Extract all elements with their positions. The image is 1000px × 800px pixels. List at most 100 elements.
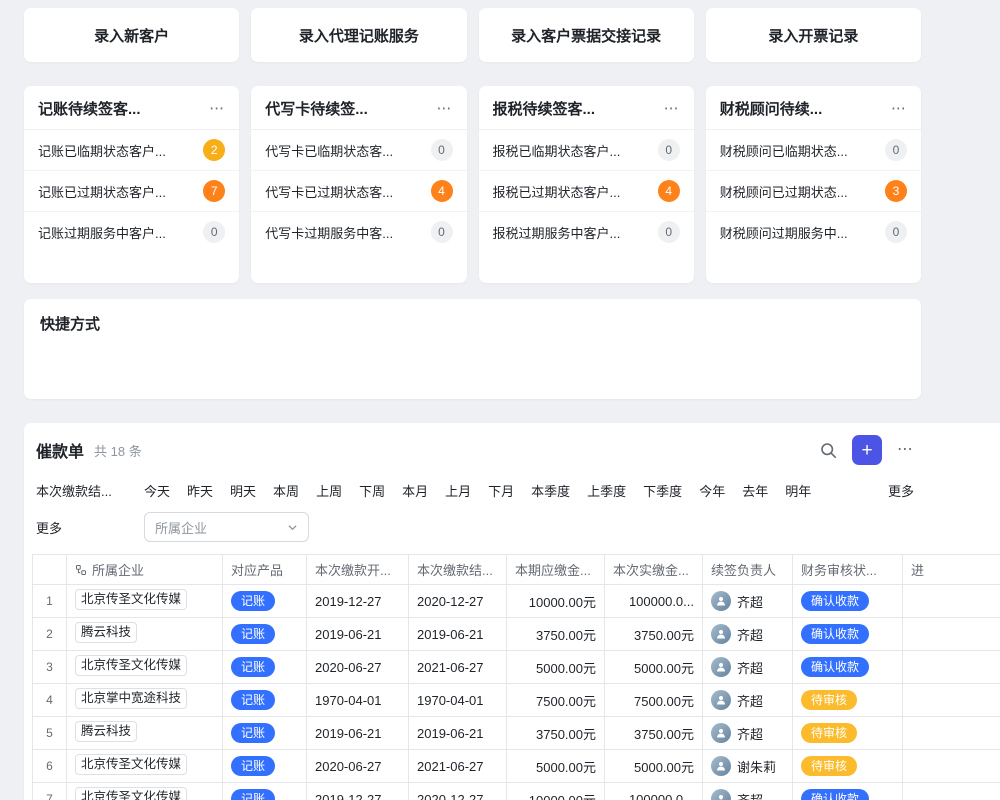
stat-item[interactable]: 报税已过期状态客户... 4 (479, 171, 694, 212)
table-row[interactable]: 3 北京传圣文化传媒 记账 2020-06-27 2021-06-27 5000… (33, 651, 1000, 684)
more-dates-link[interactable]: 更多 (888, 481, 914, 500)
truncated-cell[interactable] (903, 717, 1000, 750)
payment-start-cell[interactable]: 2019-06-21 (307, 618, 409, 651)
status-cell[interactable]: 确认收款 (793, 783, 903, 800)
tab-last-quarter[interactable]: 上季度 (587, 481, 626, 500)
payment-end-cell[interactable]: 2019-06-21 (409, 618, 507, 651)
payment-start-cell[interactable]: 2019-12-27 (307, 585, 409, 618)
status-cell[interactable]: 待审核 (793, 717, 903, 750)
tab-this-year[interactable]: 今年 (699, 481, 725, 500)
tab-tomorrow[interactable]: 明天 (230, 481, 256, 500)
stat-item[interactable]: 财税顾问过期服务中... 0 (706, 212, 921, 252)
tab-this-quarter[interactable]: 本季度 (531, 481, 570, 500)
owner-cell[interactable]: 齐超 (703, 585, 793, 618)
enterprise-select[interactable]: 所属企业 (144, 512, 309, 542)
stat-item[interactable]: 报税已临期状态客户... 0 (479, 130, 694, 171)
amount-paid-cell[interactable]: 5000.00元 (605, 750, 703, 783)
truncated-cell[interactable] (903, 684, 1000, 717)
tab-last-week[interactable]: 上周 (316, 481, 342, 500)
tab-this-month[interactable]: 本月 (402, 481, 428, 500)
more-icon[interactable]: ⋯ (209, 101, 225, 116)
owner-cell[interactable]: 齐超 (703, 783, 793, 800)
table-row[interactable]: 1 北京传圣文化传媒 记账 2019-12-27 2020-12-27 1000… (33, 585, 1000, 618)
payment-start-header[interactable]: 本次缴款开... (307, 555, 409, 585)
amount-paid-cell[interactable]: 5000.00元 (605, 651, 703, 684)
owner-cell[interactable]: 齐超 (703, 618, 793, 651)
amount-paid-cell[interactable]: 7500.00元 (605, 684, 703, 717)
tab-today[interactable]: 今天 (144, 481, 170, 500)
company-header[interactable]: 所属企业 (67, 555, 223, 585)
search-icon[interactable] (820, 442, 837, 459)
status-cell[interactable]: 确认收款 (793, 618, 903, 651)
tab-last-month[interactable]: 上月 (445, 481, 471, 500)
stat-item[interactable]: 记账已临期状态客户... 2 (24, 130, 239, 171)
payment-end-header[interactable]: 本次缴款结... (409, 555, 507, 585)
truncated-cell[interactable] (903, 750, 1000, 783)
amount-due-cell[interactable]: 5000.00元 (507, 651, 605, 684)
stat-item[interactable]: 记账过期服务中客户... 0 (24, 212, 239, 252)
add-record-button[interactable]: + (852, 435, 882, 465)
company-chip[interactable]: 北京传圣文化传媒 (75, 754, 187, 775)
amount-paid-cell[interactable]: 3750.00元 (605, 618, 703, 651)
amount-due-cell[interactable]: 10000.00元 (507, 783, 605, 800)
stat-item[interactable]: 财税顾问已临期状态... 0 (706, 130, 921, 171)
status-cell[interactable]: 确认收款 (793, 585, 903, 618)
table-row[interactable]: 2 腾云科技 记账 2019-06-21 2019-06-21 3750.00元… (33, 618, 1000, 651)
enter-bill-handover-button[interactable]: 录入客户票据交接记录 (479, 8, 694, 62)
payment-start-cell[interactable]: 2020-06-27 (307, 651, 409, 684)
stat-item[interactable]: 记账已过期状态客户... 7 (24, 171, 239, 212)
payment-start-cell[interactable]: 2020-06-27 (307, 750, 409, 783)
audit-status-header[interactable]: 财务审核状... (793, 555, 903, 585)
stat-item[interactable]: 代写卡已临期状态客... 0 (251, 130, 466, 171)
owner-cell[interactable]: 齐超 (703, 651, 793, 684)
truncated-cell[interactable] (903, 783, 1000, 800)
tab-next-week[interactable]: 下周 (359, 481, 385, 500)
owner-header[interactable]: 续签负责人 (703, 555, 793, 585)
tab-last-year[interactable]: 去年 (742, 481, 768, 500)
truncated-column-header[interactable]: 进 (903, 555, 1000, 585)
company-chip[interactable]: 腾云科技 (75, 721, 137, 742)
stat-item[interactable]: 代写卡过期服务中客... 0 (251, 212, 466, 252)
amount-due-cell[interactable]: 7500.00元 (507, 684, 605, 717)
company-chip[interactable]: 北京传圣文化传媒 (75, 655, 187, 676)
amount-due-cell[interactable]: 10000.00元 (507, 585, 605, 618)
table-row[interactable]: 6 北京传圣文化传媒 记账 2020-06-27 2021-06-27 5000… (33, 750, 1000, 783)
truncated-cell[interactable] (903, 618, 1000, 651)
payment-end-cell[interactable]: 2020-12-27 (409, 783, 507, 800)
enter-new-customer-button[interactable]: 录入新客户 (24, 8, 239, 62)
tab-this-week[interactable]: 本周 (273, 481, 299, 500)
product-header[interactable]: 对应产品 (223, 555, 307, 585)
stat-item[interactable]: 财税顾问已过期状态... 3 (706, 171, 921, 212)
payment-end-cell[interactable]: 2021-06-27 (409, 651, 507, 684)
company-chip[interactable]: 北京传圣文化传媒 (75, 787, 187, 800)
truncated-cell[interactable] (903, 651, 1000, 684)
amount-paid-header[interactable]: 本次实缴金... (605, 555, 703, 585)
payment-end-cell[interactable]: 1970-04-01 (409, 684, 507, 717)
status-cell[interactable]: 待审核 (793, 750, 903, 783)
amount-paid-cell[interactable]: 100000.0... (605, 783, 703, 800)
status-cell[interactable]: 确认收款 (793, 651, 903, 684)
payment-start-cell[interactable]: 2019-12-27 (307, 783, 409, 800)
company-chip[interactable]: 腾云科技 (75, 622, 137, 643)
more-filters-label[interactable]: 更多 (36, 518, 144, 537)
amount-due-header[interactable]: 本期应缴金... (507, 555, 605, 585)
tab-next-year[interactable]: 明年 (785, 481, 811, 500)
payment-end-cell[interactable]: 2021-06-27 (409, 750, 507, 783)
owner-cell[interactable]: 谢朱莉 (703, 750, 793, 783)
more-icon[interactable]: ⋯ (664, 101, 680, 116)
table-row[interactable]: 5 腾云科技 记账 2019-06-21 2019-06-21 3750.00元… (33, 717, 1000, 750)
amount-paid-cell[interactable]: 3750.00元 (605, 717, 703, 750)
amount-due-cell[interactable]: 3750.00元 (507, 717, 605, 750)
amount-due-cell[interactable]: 3750.00元 (507, 618, 605, 651)
payment-end-cell[interactable]: 2019-06-21 (409, 717, 507, 750)
payment-start-cell[interactable]: 1970-04-01 (307, 684, 409, 717)
amount-paid-cell[interactable]: 100000.0... (605, 585, 703, 618)
tab-next-month[interactable]: 下月 (488, 481, 514, 500)
enter-bookkeeping-service-button[interactable]: 录入代理记账服务 (251, 8, 466, 62)
truncated-cell[interactable] (903, 585, 1000, 618)
company-chip[interactable]: 北京传圣文化传媒 (75, 589, 187, 610)
more-icon[interactable]: ⋯ (891, 101, 907, 116)
owner-cell[interactable]: 齐超 (703, 717, 793, 750)
stat-item[interactable]: 代写卡已过期状态客... 4 (251, 171, 466, 212)
stat-item[interactable]: 报税过期服务中客户... 0 (479, 212, 694, 252)
